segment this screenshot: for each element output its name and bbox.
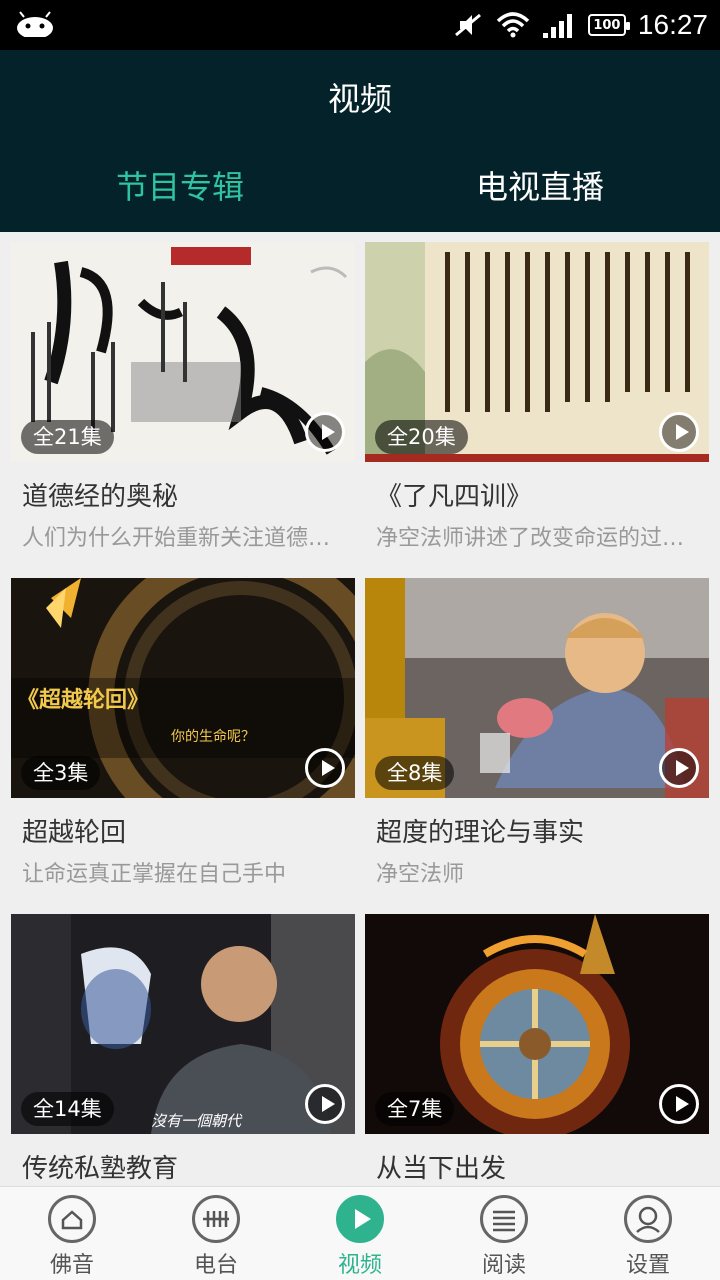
video-title: 从当下出发 (376, 1154, 507, 1184)
play-icon[interactable] (659, 1084, 699, 1124)
play-icon[interactable] (659, 412, 699, 452)
video-description: 净空法师讲述了改变命运的过… (376, 526, 685, 551)
video-card-dangxia[interactable]: 全7集 从当下出发 (365, 904, 709, 1186)
play-icon[interactable] (305, 1084, 345, 1124)
nav-item-shipin[interactable]: 视频 (288, 1187, 432, 1280)
episode-count-badge: 全3集 (21, 756, 101, 790)
app-header: 视频 节目专辑 电视直播 (0, 50, 720, 232)
overlay-caption: 沒有一個朝代 (151, 1112, 242, 1130)
video-card-chaodu[interactable]: 全8集 超度的理论与事实 净空法师 (365, 568, 709, 887)
video-title: 超度的理论与事实 (376, 818, 585, 848)
video-thumbnail[interactable]: 沒有一個朝代 全14集 (11, 914, 355, 1134)
play-icon (336, 1195, 384, 1243)
mute-icon (454, 13, 481, 37)
episode-count-badge: 全14集 (21, 1092, 114, 1126)
play-icon[interactable] (659, 748, 699, 788)
video-title: 《了凡四训》 (376, 482, 533, 512)
radio-icon (192, 1195, 240, 1243)
play-icon[interactable] (305, 412, 345, 452)
episode-count-badge: 全8集 (375, 756, 455, 790)
nav-label: 视频 (337, 1253, 382, 1278)
video-grid: 全21集 道德经的奥秘 人们为什么开始重新关注道德… 全20集 《了凡四训》 净… (0, 232, 720, 1186)
video-thumbnail[interactable]: 《超越轮回》 你的生命呢？ 全3集 (11, 578, 355, 798)
nav-label: 阅读 (481, 1253, 526, 1278)
video-thumbnail[interactable]: 全7集 (365, 914, 709, 1134)
nav-item-shezhi[interactable]: 设置 (576, 1187, 720, 1280)
status-time: 16:27 (637, 9, 708, 40)
video-card-daodejing[interactable]: 全21集 道德经的奥秘 人们为什么开始重新关注道德… (11, 232, 355, 551)
read-icon (480, 1195, 528, 1243)
episode-count-badge: 全7集 (375, 1092, 455, 1126)
wifi-icon (496, 12, 530, 38)
nav-item-yuedu[interactable]: 阅读 (432, 1187, 576, 1280)
tab-bar: 节目专辑 电视直播 (0, 162, 720, 232)
android-icon (17, 11, 53, 37)
nav-item-diantai[interactable]: 电台 (144, 1187, 288, 1280)
page-title: 视频 (327, 80, 392, 118)
video-card-chaoyue-lunhui[interactable]: 《超越轮回》 你的生命呢？ 全3集 超越轮回 让命运真正掌握在自己手中 (11, 568, 355, 887)
video-thumbnail[interactable]: 全21集 (11, 242, 355, 462)
bottom-nav: 佛音 电台 视频 阅读 设置 (0, 1186, 720, 1280)
video-title: 道德经的奥秘 (22, 482, 179, 512)
episode-count-badge: 全21集 (21, 420, 114, 454)
video-title: 传统私塾教育 (22, 1154, 179, 1184)
tab-tv-live[interactable]: 电视直播 (360, 162, 720, 232)
nav-label: 佛音 (49, 1253, 94, 1278)
video-description: 净空法师 (376, 862, 465, 887)
home-icon (48, 1195, 96, 1243)
overlay-subtitle: 你的生命呢？ (171, 729, 255, 745)
video-card-sishu[interactable]: 沒有一個朝代 全14集 传统私塾教育 (11, 904, 355, 1186)
nav-item-foyin[interactable]: 佛音 (0, 1187, 144, 1280)
tab-program-albums[interactable]: 节目专辑 (0, 162, 360, 232)
battery-icon: 100 (587, 14, 630, 36)
video-title: 超越轮回 (22, 818, 127, 848)
video-thumbnail[interactable]: 全8集 (365, 578, 709, 798)
nav-label: 电台 (193, 1253, 238, 1278)
user-icon (624, 1195, 672, 1243)
status-bar: 100 16:27 (0, 0, 720, 50)
video-description: 人们为什么开始重新关注道德… (22, 526, 331, 551)
play-icon[interactable] (305, 748, 345, 788)
nav-label: 设置 (625, 1253, 670, 1278)
signal-icon (542, 14, 572, 38)
episode-count-badge: 全20集 (375, 420, 468, 454)
overlay-title: 《超越轮回》 (17, 688, 150, 713)
video-description: 让命运真正掌握在自己手中 (22, 862, 287, 887)
video-card-liaofan[interactable]: 全20集 《了凡四训》 净空法师讲述了改变命运的过… (365, 232, 709, 551)
video-thumbnail[interactable]: 全20集 (365, 242, 709, 462)
